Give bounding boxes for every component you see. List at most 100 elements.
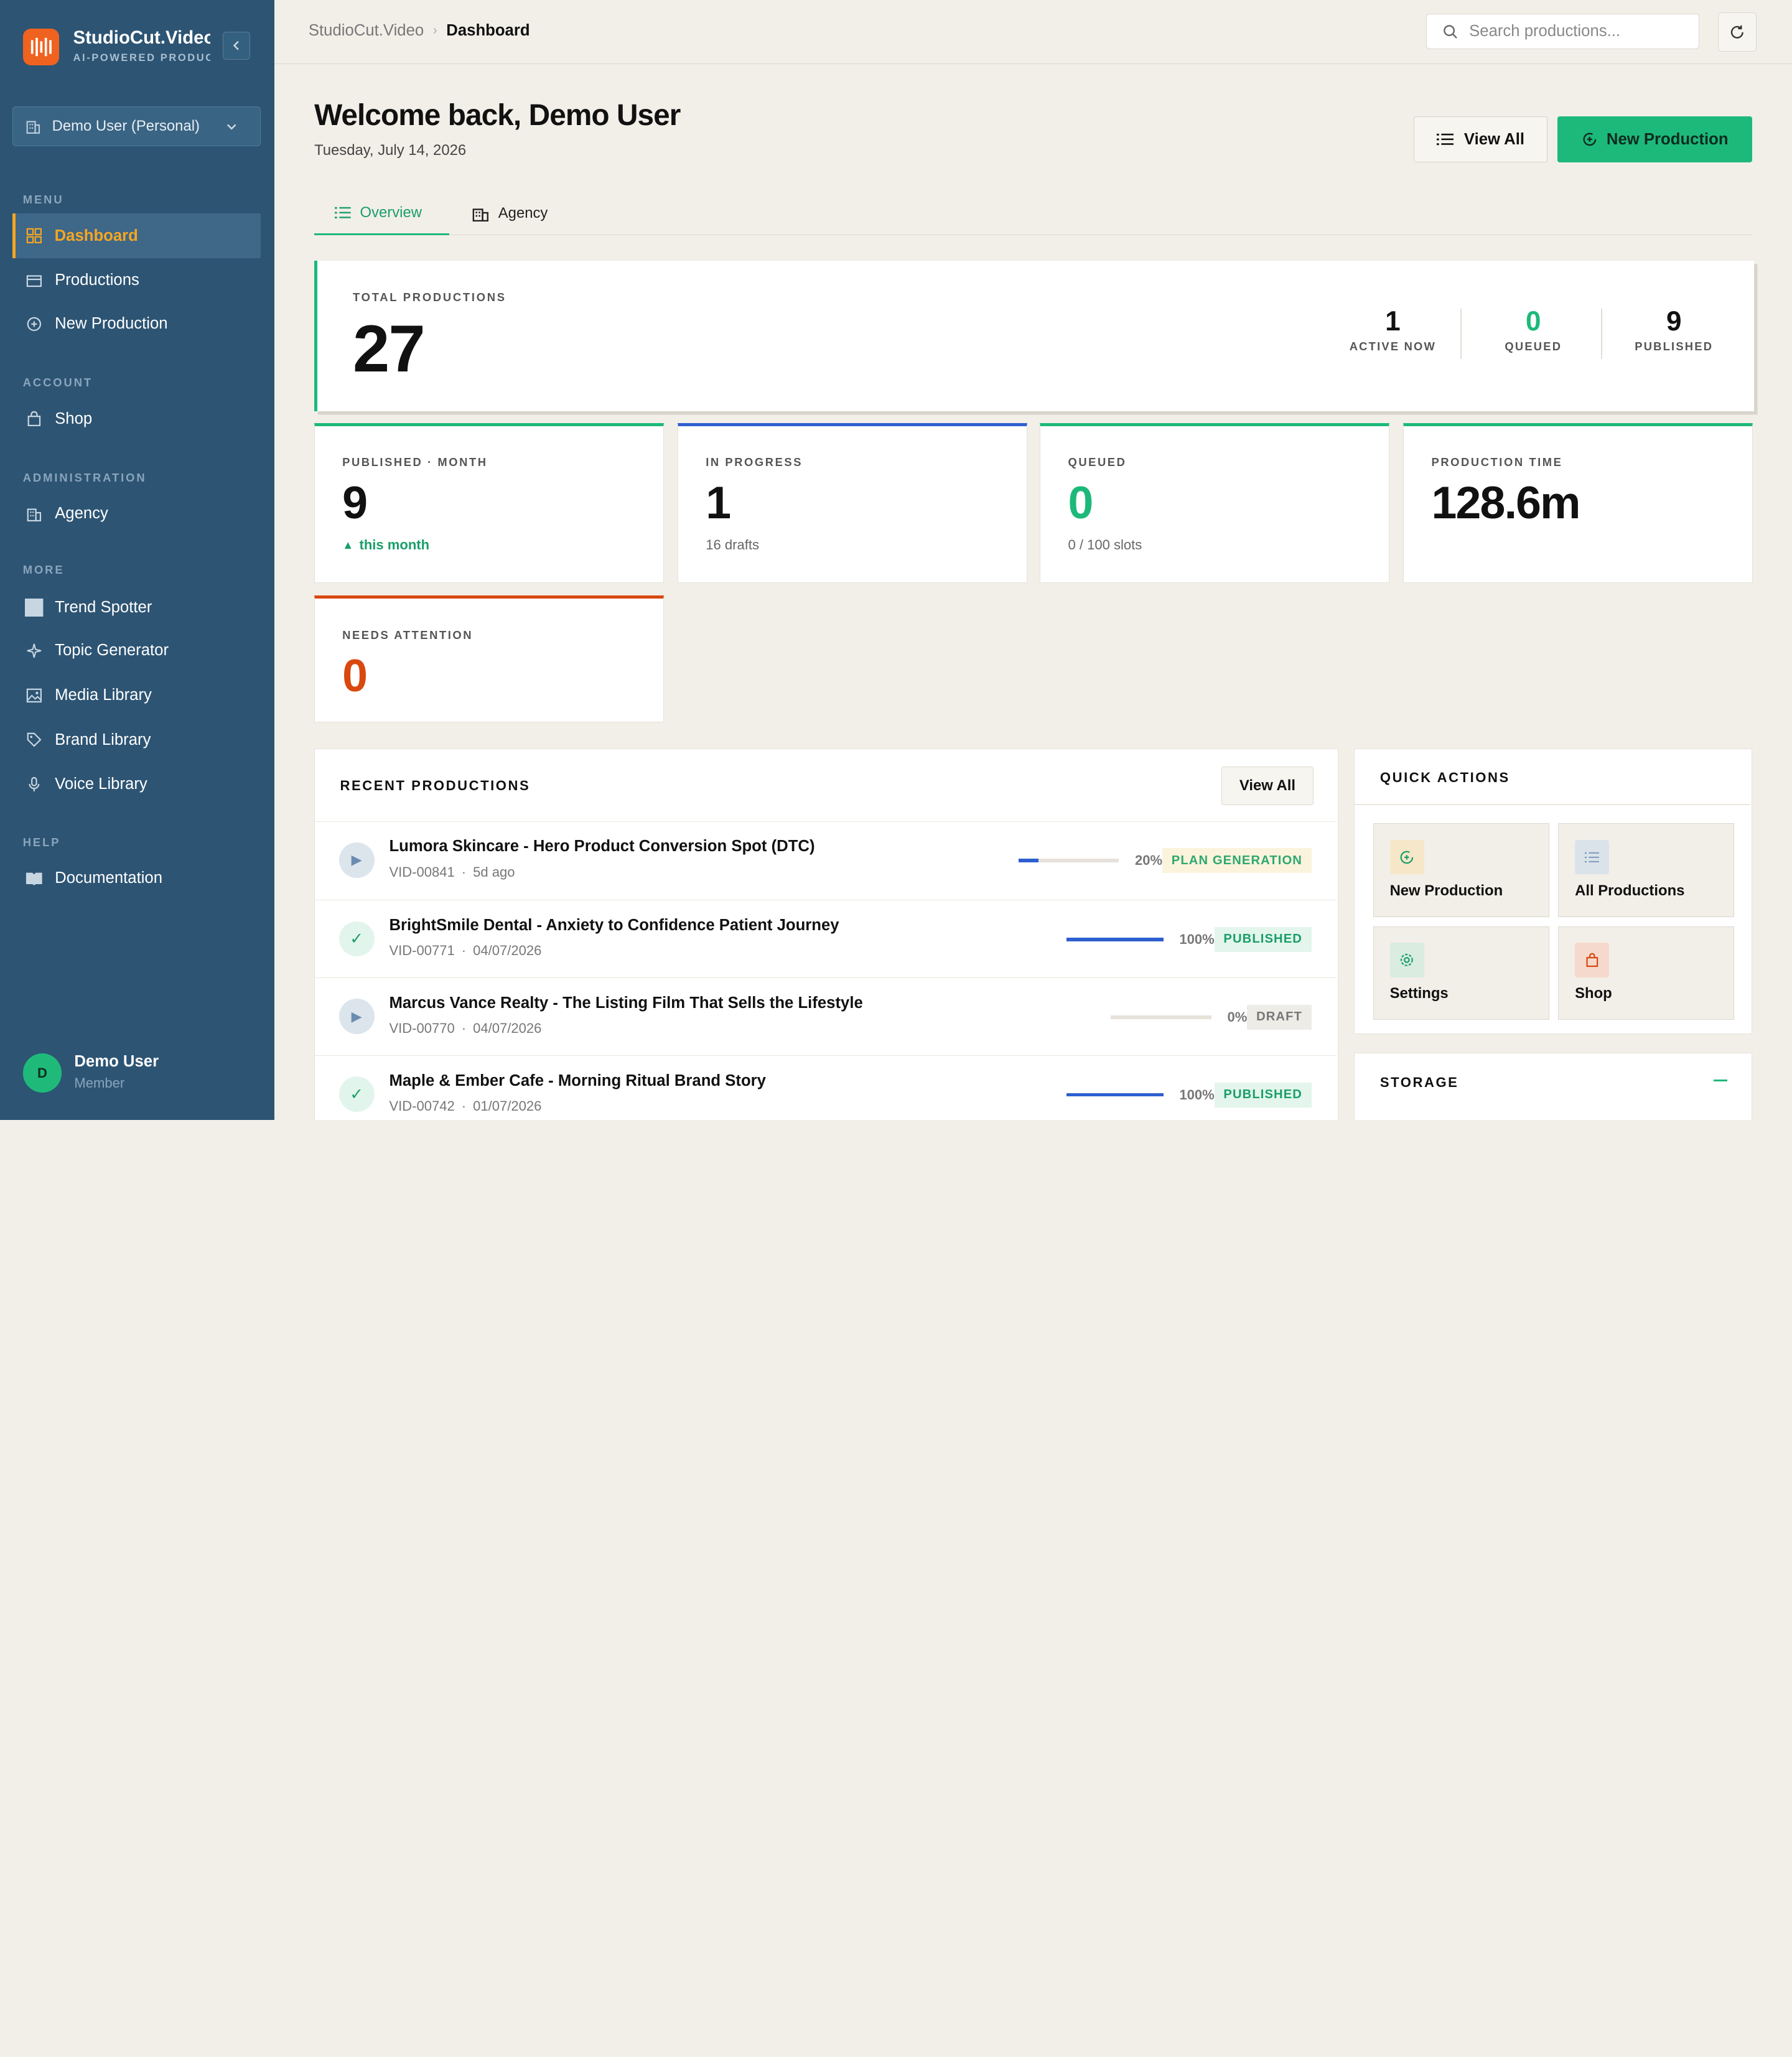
- recent-view-all-button[interactable]: View All: [1221, 766, 1314, 806]
- progress-bar: [1066, 1093, 1164, 1097]
- clapperboard-icon: [25, 271, 43, 289]
- sidebar-item-documentation[interactable]: Documentation: [12, 856, 261, 901]
- user-profile[interactable]: D Demo User Member: [22, 1052, 251, 1094]
- production-meta: VID-00770 · 04/07/2026: [389, 1020, 542, 1037]
- storage-title: STORAGE: [1379, 1075, 1459, 1091]
- workspace-select[interactable]: Demo User (Personal): [12, 106, 261, 147]
- sidebar-item-label: Trend Spotter: [55, 598, 152, 616]
- plus-circle-icon: [1583, 133, 1596, 146]
- tab-bar: Overview Agency: [314, 192, 1752, 236]
- total-productions-label: TOTAL PRODUCTIONS: [353, 290, 506, 304]
- hero-stat-queued: 0 QUEUED: [1465, 306, 1602, 353]
- quick-action-label: New Production: [1389, 882, 1503, 900]
- user-name: Demo User: [74, 1052, 159, 1070]
- current-date: Tuesday, July 14, 2026: [314, 141, 467, 159]
- shopping-bag-icon: [25, 409, 43, 427]
- recent-productions-title: RECENT PRODUCTIONS: [340, 777, 531, 793]
- plus-circle-icon: [25, 315, 43, 333]
- production-id: VID-00742: [389, 1098, 455, 1114]
- nav-section-menu: MENU: [22, 193, 64, 207]
- status-badge: PLAN GENERATION: [1162, 847, 1312, 874]
- stat-value: 9: [342, 477, 368, 529]
- divider: [1460, 308, 1462, 359]
- sidebar-item-label: Documentation: [55, 869, 163, 887]
- topbar: StudioCut.Video › Dashboard: [274, 0, 1792, 64]
- production-date: 04/07/2026: [473, 1020, 542, 1037]
- table-row[interactable]: ✓ Maple & Ember Cafe - Morning Ritual Br…: [315, 1055, 1337, 1120]
- stat-value: 0: [342, 649, 368, 701]
- stat-value: 128.6m: [1431, 477, 1581, 529]
- progress-percent: 100%: [1179, 1086, 1215, 1103]
- nav-section-more: MORE: [22, 563, 65, 577]
- avatar: D: [22, 1053, 62, 1093]
- tab-overview[interactable]: Overview: [314, 192, 449, 236]
- table-row[interactable]: ▶ Marcus Vance Realty - The Listing Film…: [315, 977, 1337, 1055]
- sidebar-item-dashboard[interactable]: Dashboard: [12, 213, 261, 259]
- brand[interactable]: StudioCut.Video AI-POWERED PRODUCTION: [22, 27, 251, 66]
- tab-agency[interactable]: Agency: [472, 192, 548, 236]
- sidebar-item-label: Brand Library: [55, 730, 151, 749]
- sidebar-item-agency[interactable]: Agency: [12, 492, 261, 536]
- check-icon: ✓: [338, 921, 375, 957]
- tag-icon: [25, 731, 43, 749]
- sidebar-item-shop[interactable]: Shop: [12, 396, 261, 441]
- stat-label: PRODUCTION TIME: [1431, 455, 1563, 469]
- stat-label: QUEUED: [1068, 455, 1127, 469]
- sidebar-item-topic-generator[interactable]: Topic Generator: [12, 628, 261, 673]
- table-row[interactable]: ✓ BrightSmile Dental - Anxiety to Confid…: [315, 900, 1337, 977]
- sparkle-icon: [25, 641, 43, 660]
- sidebar-item-brand-library[interactable]: Brand Library: [12, 717, 261, 762]
- production-date: 01/07/2026: [473, 1098, 542, 1114]
- sidebar-item-label: Productions: [55, 271, 139, 289]
- progress-percent: 100%: [1179, 931, 1215, 947]
- production-status: 100% PUBLISHED: [1066, 926, 1312, 953]
- stat-value: 1: [706, 477, 731, 529]
- breadcrumb-root[interactable]: StudioCut.Video: [309, 22, 424, 40]
- quick-action-new-production[interactable]: New Production: [1373, 823, 1549, 918]
- chevron-right-icon: ›: [432, 23, 437, 37]
- sidebar-item-productions[interactable]: Productions: [12, 258, 261, 303]
- hero-stat-label: QUEUED: [1505, 339, 1562, 353]
- new-production-label: New Production: [1606, 130, 1729, 148]
- sidebar-item-label: New Production: [55, 315, 168, 333]
- view-all-label: View All: [1463, 130, 1525, 148]
- sidebar-item-voice-library[interactable]: Voice Library: [12, 762, 261, 807]
- hero-stat-label: ACTIVE NOW: [1349, 339, 1437, 353]
- sidebar-item-trend-spotter[interactable]: Trend Spotter: [12, 585, 261, 630]
- hero-stat-active: 1 ACTIVE NOW: [1324, 306, 1461, 353]
- table-row[interactable]: ▶ Lumora Skincare - Hero Product Convers…: [315, 821, 1337, 899]
- play-icon: ▶: [338, 999, 375, 1035]
- status-badge: DRAFT: [1247, 1004, 1312, 1030]
- user-role: Member: [74, 1075, 125, 1091]
- tab-label: Overview: [360, 203, 422, 221]
- collapse-sidebar-button[interactable]: [223, 32, 251, 60]
- refresh-button[interactable]: [1717, 12, 1757, 52]
- progress-percent: 0%: [1227, 1009, 1248, 1025]
- brand-tagline: AI-POWERED PRODUCTION: [73, 51, 210, 63]
- quick-action-settings[interactable]: Settings: [1373, 926, 1549, 1020]
- total-productions-card: TOTAL PRODUCTIONS 27 1 ACTIVE NOW 0 QUEU…: [314, 260, 1755, 412]
- progress-fill: [1066, 938, 1164, 941]
- collapse-toggle[interactable]: [1712, 1071, 1730, 1089]
- stat-label: NEEDS ATTENTION: [342, 628, 474, 641]
- sidebar-item-new-production[interactable]: New Production: [12, 302, 261, 347]
- stat-subtext-label: this month: [359, 536, 430, 553]
- quick-actions-title: QUICK ACTIONS: [1379, 770, 1510, 786]
- search-input[interactable]: [1469, 22, 1687, 40]
- stat-subtext: 0 / 100 slots: [1068, 536, 1142, 553]
- refresh-icon: [1730, 25, 1743, 39]
- view-all-button[interactable]: View All: [1413, 116, 1547, 162]
- quick-action-all-productions[interactable]: All Productions: [1558, 823, 1735, 918]
- search-box[interactable]: [1426, 14, 1700, 49]
- new-production-button[interactable]: New Production: [1557, 116, 1752, 162]
- quick-actions-panel: QUICK ACTIONS New Production All Product…: [1354, 749, 1752, 1035]
- sidebar-item-label: Topic Generator: [55, 641, 169, 660]
- image-icon: [25, 686, 43, 704]
- sidebar-item-media-library[interactable]: Media Library: [12, 673, 261, 718]
- production-meta: VID-00742 · 01/07/2026: [389, 1098, 542, 1114]
- production-meta: VID-00771 · 04/07/2026: [389, 943, 542, 959]
- quick-action-label: All Productions: [1575, 882, 1685, 900]
- arrow-up-icon: ▲: [342, 538, 354, 551]
- list-icon: [1575, 840, 1610, 875]
- quick-action-shop[interactable]: Shop: [1558, 926, 1735, 1020]
